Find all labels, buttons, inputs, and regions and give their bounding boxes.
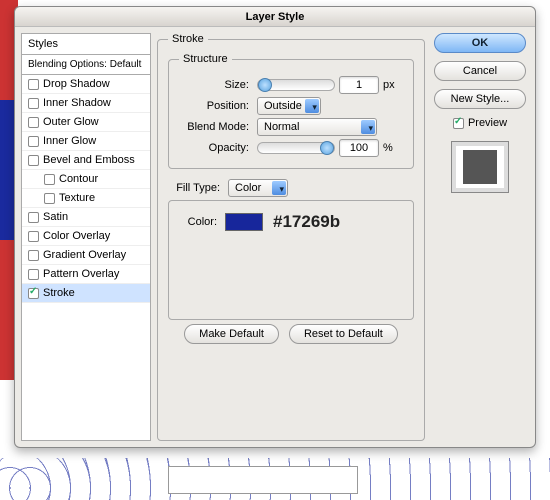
window-title: Layer Style <box>15 7 535 27</box>
size-input[interactable]: 1 <box>339 76 379 94</box>
preview-label: Preview <box>468 117 507 129</box>
sidebar-item-inner-glow[interactable]: Inner Glow <box>22 132 150 151</box>
sidebar-item-label: Satin <box>43 211 68 223</box>
sidebar-checkbox[interactable] <box>28 136 39 147</box>
ok-button[interactable]: OK <box>434 33 526 53</box>
sidebar-checkbox[interactable] <box>44 193 55 204</box>
sidebar-item-stroke[interactable]: Stroke <box>22 284 150 303</box>
size-slider[interactable] <box>257 79 335 91</box>
preview-swatch <box>451 141 509 193</box>
sidebar-item-label: Outer Glow <box>43 116 99 128</box>
opacity-unit: % <box>383 142 403 154</box>
filltype-label: Fill Type: <box>168 182 220 194</box>
sidebar-checkbox[interactable] <box>28 212 39 223</box>
sidebar-item-label: Pattern Overlay <box>43 268 119 280</box>
sidebar-item-texture[interactable]: Texture <box>22 189 150 208</box>
sidebar-item-satin[interactable]: Satin <box>22 208 150 227</box>
sidebar-checkbox[interactable] <box>28 231 39 242</box>
stroke-panel-title: Stroke <box>168 33 208 45</box>
cancel-button[interactable]: Cancel <box>434 61 526 81</box>
sidebar-item-inner-shadow[interactable]: Inner Shadow <box>22 94 150 113</box>
sidebar-item-outer-glow[interactable]: Outer Glow <box>22 113 150 132</box>
color-hex-overlay: #17269b <box>273 212 340 232</box>
opacity-label: Opacity: <box>179 142 249 154</box>
new-style-button[interactable]: New Style... <box>434 89 526 109</box>
blendmode-select[interactable]: Normal <box>257 118 377 136</box>
sidebar-item-label: Contour <box>59 173 98 185</box>
layer-style-dialog: Layer Style Styles Blending Options: Def… <box>14 6 536 448</box>
sidebar-header[interactable]: Styles <box>22 34 150 55</box>
preview-checkbox[interactable] <box>453 118 464 129</box>
sidebar-item-label: Stroke <box>43 287 75 299</box>
sidebar-item-color-overlay[interactable]: Color Overlay <box>22 227 150 246</box>
sidebar-item-pattern-overlay[interactable]: Pattern Overlay <box>22 265 150 284</box>
size-unit: px <box>383 79 403 91</box>
fill-group: Color: #17269b <box>168 200 414 320</box>
color-swatch[interactable] <box>225 213 263 231</box>
opacity-input[interactable]: 100 <box>339 139 379 157</box>
sidebar-item-label: Gradient Overlay <box>43 249 126 261</box>
sidebar-checkbox[interactable] <box>28 117 39 128</box>
position-label: Position: <box>179 100 249 112</box>
structure-group: Structure Size: 1 px Position: Outside B… <box>168 53 414 169</box>
make-default-button[interactable]: Make Default <box>184 324 279 344</box>
sidebar-blending-options[interactable]: Blending Options: Default <box>22 55 150 75</box>
opacity-slider[interactable] <box>257 142 335 154</box>
sidebar-checkbox[interactable] <box>28 269 39 280</box>
sidebar-item-gradient-overlay[interactable]: Gradient Overlay <box>22 246 150 265</box>
sidebar-checkbox[interactable] <box>28 250 39 261</box>
stroke-panel: Stroke Structure Size: 1 px Position: Ou… <box>157 33 425 441</box>
sidebar-item-label: Inner Glow <box>43 135 96 147</box>
structure-title: Structure <box>179 53 232 65</box>
sidebar-item-label: Drop Shadow <box>43 78 110 90</box>
sidebar-checkbox[interactable] <box>28 79 39 90</box>
sidebar-checkbox[interactable] <box>28 288 39 299</box>
canvas-textbox <box>168 466 358 494</box>
position-select[interactable]: Outside <box>257 97 321 115</box>
sidebar-item-bevel-and-emboss[interactable]: Bevel and Emboss <box>22 151 150 170</box>
reset-default-button[interactable]: Reset to Default <box>289 324 398 344</box>
color-label: Color: <box>179 216 217 228</box>
sidebar-item-drop-shadow[interactable]: Drop Shadow <box>22 75 150 94</box>
sidebar-item-label: Bevel and Emboss <box>43 154 135 166</box>
sidebar-item-label: Texture <box>59 192 95 204</box>
sidebar-checkbox[interactable] <box>28 98 39 109</box>
blendmode-label: Blend Mode: <box>179 121 249 133</box>
sidebar-item-label: Inner Shadow <box>43 97 111 109</box>
styles-sidebar: Styles Blending Options: Default Drop Sh… <box>21 33 151 441</box>
filltype-select[interactable]: Color <box>228 179 288 197</box>
sidebar-item-contour[interactable]: Contour <box>22 170 150 189</box>
sidebar-checkbox[interactable] <box>44 174 55 185</box>
sidebar-checkbox[interactable] <box>28 155 39 166</box>
size-label: Size: <box>179 79 249 91</box>
sidebar-item-label: Color Overlay <box>43 230 110 242</box>
